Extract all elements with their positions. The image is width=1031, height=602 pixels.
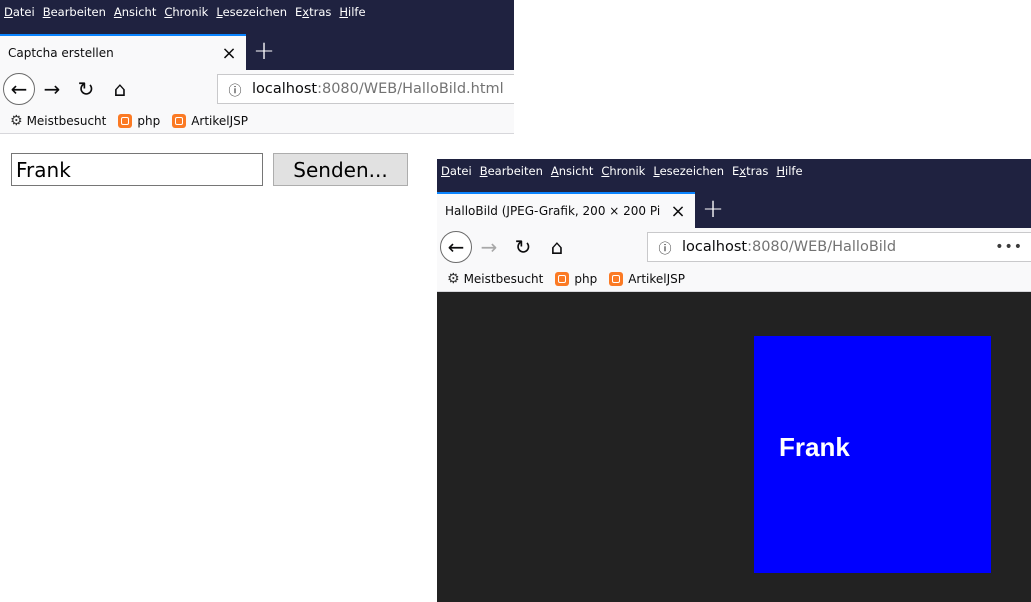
menu-bearbeiten[interactable]: Bearbeiten [480, 164, 543, 178]
bookmark-artikeljsp[interactable]: ArtikelJSP [172, 113, 248, 128]
menu-hilfe[interactable]: Hilfe [776, 164, 802, 178]
new-tab-plus-icon[interactable]: + [695, 192, 731, 228]
captcha-text: Frank [779, 432, 850, 462]
tab-bar: Captcha erstellen × + [0, 34, 514, 70]
menu-bearbeiten[interactable]: Bearbeiten [43, 5, 106, 19]
menu-chronik[interactable]: Chronik [164, 5, 208, 19]
bookmarks-toolbar: ⚙ Meistbesucht php ArtikelJSP [0, 108, 514, 134]
bookmarks-toolbar: ⚙ Meistbesucht php ArtikelJSP [437, 266, 1031, 292]
menu-datei[interactable]: Datei [4, 5, 35, 19]
bookmark-meistbesucht[interactable]: ⚙ Meistbesucht [447, 271, 543, 287]
back-arrow-icon[interactable]: ← [440, 231, 472, 263]
info-icon[interactable]: ⓘ [218, 80, 252, 99]
xampp-icon [118, 113, 133, 128]
menu-lesezeichen[interactable]: Lesezeichen [216, 5, 287, 19]
home-icon[interactable]: ⌂ [540, 235, 574, 259]
menu-bar: Datei Bearbeiten Ansicht Chronik Lesezei… [0, 0, 514, 34]
url-path: :8080/WEB/HalloBild [747, 239, 897, 255]
nav-bar: ← → ↻ ⌂ ⓘ localhost:8080/WEB/HalloBild •… [437, 228, 1031, 266]
menu-datei[interactable]: Datei [441, 164, 472, 178]
bookmark-meistbesucht[interactable]: ⚙ Meistbesucht [10, 113, 106, 129]
send-button[interactable]: Senden... [273, 153, 408, 186]
menu-extras[interactable]: Extras [295, 5, 331, 19]
name-input[interactable] [11, 153, 263, 186]
bookmark-php[interactable]: php [555, 271, 597, 286]
image-viewer: Frank [437, 292, 1031, 602]
forward-arrow-icon[interactable]: → [35, 77, 69, 101]
page-actions-menu-icon[interactable]: ••• [995, 239, 1023, 255]
url-bar[interactable]: ⓘ localhost:8080/WEB/HalloBild ••• [647, 232, 1031, 262]
back-arrow-icon[interactable]: ← [3, 73, 35, 105]
url-host: localhost [682, 239, 748, 255]
tab-title: HalloBild (JPEG-Grafik, 200 × 200 Pi [445, 204, 661, 218]
menu-hilfe[interactable]: Hilfe [339, 5, 365, 19]
nav-bar: ← → ↻ ⌂ ⓘ localhost:8080/WEB/HalloBild.h… [0, 70, 514, 108]
forward-arrow-icon[interactable]: → [472, 235, 506, 259]
url-path: :8080/WEB/HalloBild.html [317, 81, 504, 97]
home-icon[interactable]: ⌂ [103, 77, 137, 101]
menu-bar: Datei Bearbeiten Ansicht Chronik Lesezei… [437, 159, 1031, 192]
new-tab-plus-icon[interactable]: + [246, 34, 282, 70]
menu-lesezeichen[interactable]: Lesezeichen [653, 164, 724, 178]
tab-title: Captcha erstellen [8, 46, 114, 60]
url-bar[interactable]: ⓘ localhost:8080/WEB/HalloBild.html [217, 74, 514, 104]
tab-captcha-erstellen[interactable]: Captcha erstellen × [0, 34, 246, 70]
menu-extras[interactable]: Extras [732, 164, 768, 178]
browser-window-hallobild: Datei Bearbeiten Ansicht Chronik Lesezei… [437, 159, 1031, 602]
bookmark-php[interactable]: php [118, 113, 160, 128]
bookmark-artikeljsp[interactable]: ArtikelJSP [609, 271, 685, 286]
xampp-icon [609, 271, 624, 286]
url-host: localhost [252, 81, 318, 97]
close-icon[interactable]: × [220, 43, 238, 64]
info-icon[interactable]: ⓘ [648, 238, 682, 257]
close-icon[interactable]: × [669, 201, 687, 222]
gear-icon: ⚙ [447, 270, 460, 287]
tab-bar: HalloBild (JPEG-Grafik, 200 × 200 Pi × + [437, 192, 1031, 228]
menu-ansicht[interactable]: Ansicht [551, 164, 593, 178]
xampp-icon [555, 271, 570, 286]
menu-ansicht[interactable]: Ansicht [114, 5, 156, 19]
tab-hallobild[interactable]: HalloBild (JPEG-Grafik, 200 × 200 Pi × [437, 192, 695, 228]
reload-icon[interactable]: ↻ [506, 235, 540, 259]
captcha-image: Frank [754, 336, 991, 573]
reload-icon[interactable]: ↻ [69, 77, 103, 101]
xampp-icon [172, 113, 187, 128]
menu-chronik[interactable]: Chronik [601, 164, 645, 178]
gear-icon: ⚙ [10, 112, 23, 129]
